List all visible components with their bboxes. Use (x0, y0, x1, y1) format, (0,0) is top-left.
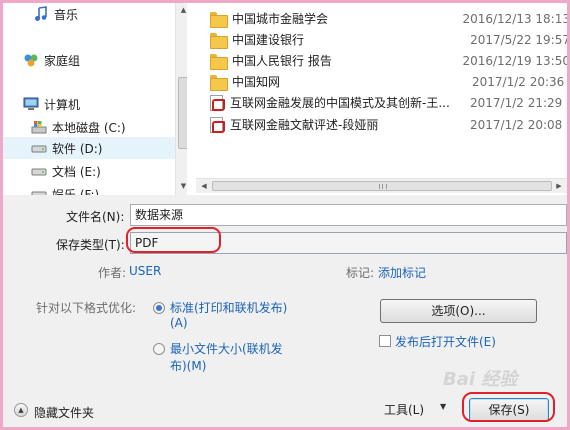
music-icon (33, 6, 49, 22)
nav-item-label: 本地磁盘 (C:) (52, 120, 126, 135)
highlight-oval (462, 392, 555, 422)
save-options-panel: 文件名(N): 数据来源 保存类型(T): PDF 作者: USER 标记: 添… (3, 195, 567, 427)
file-row[interactable]: 互联网金融文献评述-段娅丽 2017/1/2 20:08 (210, 114, 567, 135)
open-after-checkbox[interactable] (379, 335, 391, 347)
author-link[interactable]: USER (129, 264, 161, 278)
file-date: 2016/12/19 13:50 (462, 53, 567, 68)
pdf-file-icon (210, 116, 225, 133)
watermark-logo: Bai 经验 (443, 369, 518, 390)
nav-item-drive-d[interactable]: 软件 (D:) (3, 137, 175, 159)
file-date: 2016/12/13 18:13 (462, 11, 567, 26)
file-date: 2017/1/2 21:29 (470, 95, 563, 110)
file-date: 2017/5/22 19:57 (470, 32, 567, 47)
options-button[interactable]: 选项(O)... (380, 299, 537, 323)
tools-menu[interactable]: 工具(L) (384, 401, 424, 418)
file-horizontal-scrollbar[interactable]: ◀ ▶ (196, 178, 567, 193)
pdf-file-icon (210, 94, 225, 111)
open-after-label[interactable]: 发布后打开文件(E) (395, 333, 496, 350)
drive-icon (31, 140, 47, 156)
homegroup-icon (23, 52, 39, 68)
nav-item-homegroup[interactable]: 家庭组 (23, 49, 187, 71)
nav-item-computer[interactable]: 计算机 (23, 93, 187, 115)
file-row[interactable]: 中国建设银行 2017/5/22 19:57 (210, 29, 567, 50)
nav-item-label: 文档 (E:) (52, 164, 101, 179)
folder-icon (210, 53, 228, 70)
radio-minimum-label[interactable]: 最小文件大小(联机发 (170, 340, 283, 357)
nav-vertical-scrollbar[interactable]: ▲ ▼ (175, 3, 187, 195)
scroll-left-icon[interactable]: ◀ (197, 179, 211, 193)
radio-standard-label[interactable]: 标准(打印和联机发布) (170, 299, 287, 316)
chevron-down-icon[interactable]: ▼ (440, 402, 446, 411)
folder-icon (210, 11, 228, 28)
radio-minimum[interactable] (153, 343, 165, 355)
scroll-up-icon[interactable]: ▲ (176, 3, 187, 17)
filename-label: 文件名(N): (66, 210, 125, 224)
file-name: 中国知网 (232, 75, 281, 89)
nav-item-drive-f[interactable]: 娱乐 (F:) (31, 183, 187, 195)
author-label: 作者: (98, 266, 127, 280)
system-drive-icon (31, 119, 47, 135)
file-row[interactable]: 中国知网 2017/1/2 20:36 (210, 71, 567, 92)
scrollbar-thumb[interactable] (212, 181, 552, 191)
file-row[interactable]: 中国人民银行 报告 2016/12/19 13:50 (210, 50, 567, 71)
radio-standard-label-line2[interactable]: (A) (170, 316, 188, 330)
nav-item-label: 软件 (D:) (52, 141, 103, 156)
file-list: 中国城市金融学会 2016/12/13 18:13 中国建设银行 2017/5/… (196, 3, 567, 195)
hide-folders-label[interactable]: 隐藏文件夹 (34, 404, 94, 421)
file-name: 互联网金融发展的中国模式及其创新-王... (230, 96, 450, 110)
folder-icon (210, 32, 228, 49)
nav-item-music[interactable]: 音乐 (33, 3, 187, 25)
nav-item-label: 计算机 (44, 97, 81, 112)
grip-icon (379, 184, 387, 189)
filename-input[interactable]: 数据来源 (130, 204, 567, 226)
file-row[interactable]: 互联网金融发展的中国模式及其创新-王... 2017/1/2 21:29 (210, 92, 567, 113)
nav-item-drive-e[interactable]: 文档 (E:) (31, 160, 187, 182)
file-date: 2017/1/2 20:08 (470, 117, 563, 132)
file-name: 中国城市金融学会 (232, 12, 329, 26)
nav-item-label: 家庭组 (44, 53, 81, 68)
chevron-up-icon[interactable]: ▲ (14, 403, 28, 417)
savetype-label: 保存类型(T): (56, 238, 125, 252)
folder-icon (210, 74, 228, 91)
highlight-oval (126, 227, 221, 253)
scroll-down-icon[interactable]: ▼ (176, 179, 187, 193)
computer-icon (23, 96, 39, 112)
scroll-right-icon[interactable]: ▶ (552, 179, 566, 193)
drive-icon (31, 163, 47, 179)
nav-item-label: 娱乐 (F:) (52, 187, 100, 196)
radio-minimum-label-line2[interactable]: 布)(M) (170, 357, 206, 374)
scrollbar-thumb[interactable] (178, 77, 187, 149)
radio-standard[interactable] (153, 302, 165, 314)
file-name: 互联网金融文献评述-段娅丽 (230, 118, 379, 132)
tags-label: 标记: (346, 266, 375, 280)
file-name: 中国人民银行 报告 (232, 54, 332, 68)
add-tags-link[interactable]: 添加标记 (378, 264, 426, 281)
file-row[interactable]: 中国城市金融学会 2016/12/13 18:13 (210, 8, 567, 29)
nav-item-drive-c[interactable]: 本地磁盘 (C:) (31, 116, 187, 138)
optimize-label: 针对以下格式优化: (36, 301, 137, 315)
nav-item-label: 音乐 (54, 7, 79, 22)
navigation-pane: 音乐 家庭组 计算机 本地磁盘 (C:) 软件 (D:) 文档 (E:) 娱乐 … (3, 3, 187, 195)
drive-icon (31, 186, 47, 195)
file-date: 2017/1/2 20:36 (472, 74, 565, 89)
file-name: 中国建设银行 (232, 33, 305, 47)
